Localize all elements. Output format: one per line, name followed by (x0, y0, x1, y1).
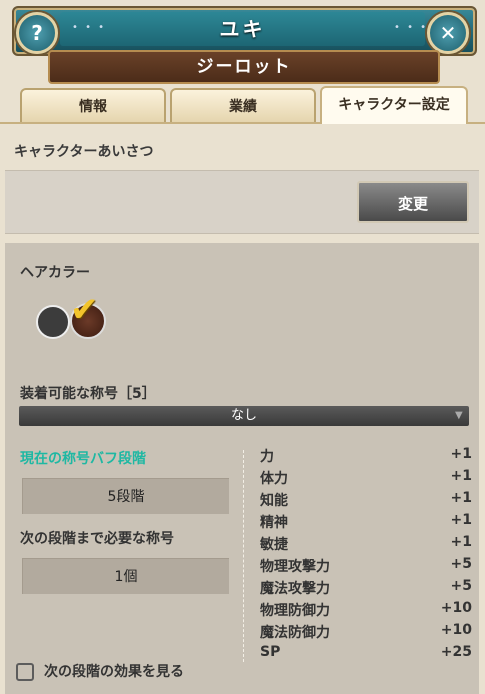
stat-name: 精神 (260, 515, 288, 531)
current-buff-value: 5段階 (22, 478, 229, 514)
title-dots-right: • • • (394, 22, 429, 33)
equippable-titles-label: 装着可能な称号［5］ (20, 386, 156, 402)
hair-color-label: ヘアカラー (20, 265, 90, 281)
stat-value: +1 (450, 490, 472, 506)
stat-name: SP (260, 644, 281, 660)
tab-character-settings[interactable]: キャラクター設定 (320, 86, 468, 124)
stat-value: +25 (440, 644, 472, 660)
next-effect-checkbox[interactable] (16, 663, 34, 681)
stat-row: 知能 +1 (260, 490, 472, 512)
stat-row: 精神 +1 (260, 512, 472, 534)
tab-achievements[interactable]: 業績 (170, 88, 316, 122)
stat-name: 体力 (260, 471, 288, 487)
stat-row: SP +25 (260, 644, 472, 666)
stat-name: 敏捷 (260, 537, 288, 553)
character-name: ユキ (60, 12, 425, 46)
stat-value: +1 (450, 468, 472, 484)
help-icon: ? (31, 21, 43, 45)
next-effect-label[interactable]: 次の段階の効果を見る (44, 661, 184, 681)
stat-name: 物理防御力 (260, 603, 330, 619)
stat-value: +1 (450, 512, 472, 528)
stat-row: 体力 +1 (260, 468, 472, 490)
chevron-down-icon: ▼ (455, 410, 463, 421)
help-button[interactable]: ? (16, 12, 58, 54)
stat-row: 敏捷 +1 (260, 534, 472, 556)
stat-row: 力 +1 (260, 446, 472, 468)
character-class: ジーロット (48, 50, 440, 84)
stat-name: 魔法攻撃力 (260, 581, 330, 597)
stat-row: 魔法防御力 +10 (260, 622, 472, 644)
stat-bonus-list: 力 +1 体力 +1 知能 +1 精神 +1 敏捷 +1 物理攻撃力 +5 魔法攻撃力 +5 … (260, 446, 472, 666)
tab-info[interactable]: 情報 (20, 88, 166, 122)
required-titles-value: 1個 (22, 558, 229, 594)
title-dots-left: • • • (72, 22, 107, 33)
close-icon: ✕ (439, 21, 457, 45)
stat-row: 魔法攻撃力 +5 (260, 578, 472, 600)
close-button[interactable]: ✕ (427, 12, 469, 54)
current-buff-label: 現在の称号バフ段階 (20, 451, 146, 467)
stat-name: 知能 (260, 493, 288, 509)
stat-name: 魔法防御力 (260, 625, 330, 641)
hair-color-swatch-black[interactable] (36, 305, 70, 339)
greeting-label: キャラクターあいさつ (14, 144, 154, 160)
stat-value: +1 (450, 534, 472, 550)
stat-value: +1 (450, 446, 472, 462)
stat-value: +5 (450, 578, 472, 594)
change-greeting-button[interactable]: 変更 (357, 181, 469, 223)
stat-name: 物理攻撃力 (260, 559, 330, 575)
stat-value: +5 (450, 556, 472, 572)
stat-value: +10 (440, 600, 472, 616)
stat-value: +10 (440, 622, 472, 638)
stat-row: 物理防御力 +10 (260, 600, 472, 622)
title-select[interactable]: なし (19, 406, 469, 426)
selected-check-icon: ✔ (70, 290, 99, 330)
required-titles-label: 次の段階まで必要な称号 (20, 531, 174, 547)
stat-row: 物理攻撃力 +5 (260, 556, 472, 578)
stat-name: 力 (260, 449, 274, 465)
stats-divider (243, 450, 244, 662)
